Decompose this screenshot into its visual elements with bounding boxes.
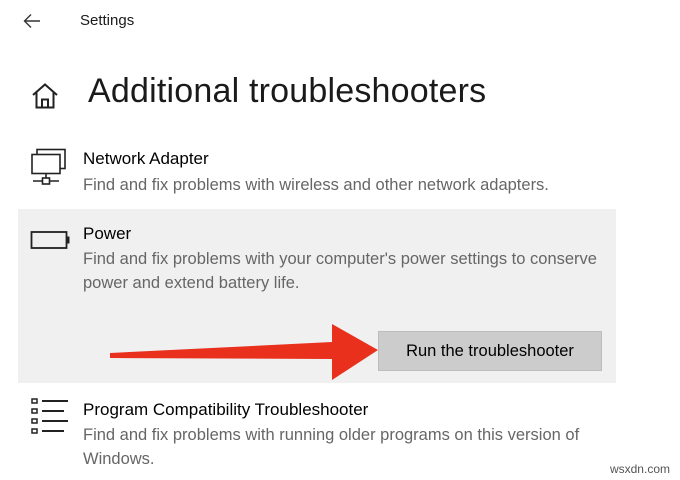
back-button[interactable] <box>16 6 48 36</box>
item-description: Find and fix problems with your computer… <box>83 250 597 292</box>
item-title: Program Compatibility Troubleshooter <box>83 400 369 419</box>
watermark: wsxdn.com <box>609 462 670 476</box>
item-description: Find and fix problems with running older… <box>83 426 580 468</box>
title-bar: Settings <box>0 0 680 44</box>
back-arrow-icon <box>23 14 40 28</box>
page-title: Additional troubleshooters <box>88 72 487 110</box>
home-icon[interactable] <box>30 82 60 110</box>
troubleshooter-program-compatibility[interactable]: Program Compatibility Troubleshooter Fin… <box>18 390 616 476</box>
item-title: Network Adapter <box>83 149 209 168</box>
app-title: Settings <box>80 12 135 29</box>
network-adapter-icon <box>31 148 66 185</box>
item-title: Power <box>83 224 132 243</box>
program-list-icon <box>31 398 68 434</box>
item-description: Find and fix problems with wireless and … <box>83 176 549 194</box>
troubleshooter-power[interactable]: Power Find and fix problems with your co… <box>18 209 616 383</box>
run-troubleshooter-button[interactable]: Run the troubleshooter <box>378 331 602 371</box>
troubleshooter-network-adapter[interactable]: Network Adapter Find and fix problems wi… <box>18 140 616 204</box>
battery-icon <box>30 231 70 249</box>
